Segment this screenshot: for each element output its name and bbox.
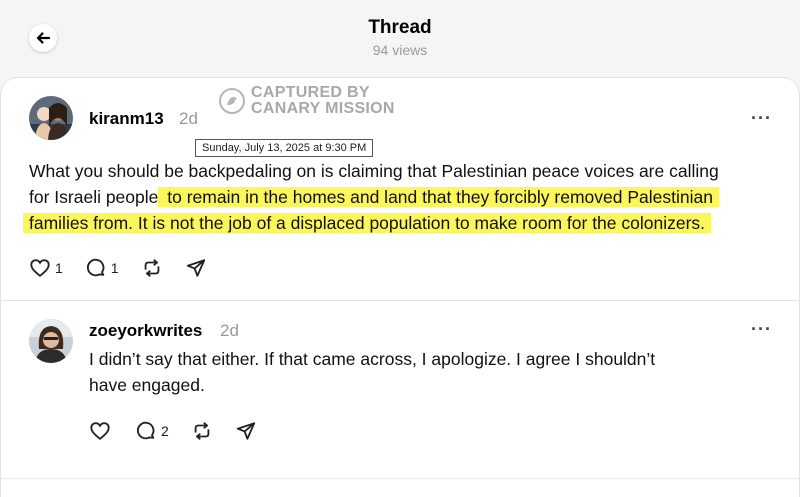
- like-button[interactable]: [89, 420, 111, 442]
- avatar[interactable]: [29, 319, 73, 363]
- more-horizontal-icon[interactable]: ···: [751, 319, 772, 340]
- post-text-plain: for Israeli people: [29, 187, 159, 207]
- page-title: Thread: [368, 17, 432, 38]
- post-time[interactable]: 2d: [220, 321, 239, 341]
- canary-logo-icon: [219, 88, 245, 114]
- avatar-photo-icon: [29, 319, 73, 363]
- share-button[interactable]: [235, 420, 257, 442]
- reply-count: 1: [110, 260, 119, 276]
- more-horizontal-icon[interactable]: ···: [751, 108, 772, 129]
- watermark: CAPTURED BY CANARY MISSION: [219, 85, 395, 117]
- reply-button[interactable]: 2: [135, 420, 169, 442]
- post-username[interactable]: kiranm13: [89, 109, 164, 129]
- watermark-line1: CAPTURED BY: [251, 84, 370, 101]
- post-body: What you should be backpedaling on is cl…: [23, 158, 789, 236]
- heart-icon: [90, 422, 110, 440]
- reply-button[interactable]: 1: [85, 257, 119, 279]
- post-line: have engaged.: [89, 375, 205, 395]
- post-body: I didn’t say that either. If that came a…: [89, 346, 779, 398]
- watermark-line2: CANARY MISSION: [251, 100, 395, 117]
- post-divider: [0, 300, 800, 301]
- comment-icon: [86, 258, 105, 277]
- send-icon: [236, 422, 255, 440]
- comment-icon: [136, 421, 155, 440]
- reply-count: 2: [161, 423, 169, 439]
- post-actions: 1 1: [29, 257, 229, 279]
- timestamp-tooltip: Sunday, July 13, 2025 at 9:30 PM: [195, 139, 374, 157]
- post-line: families from. It is not the job of a di…: [23, 210, 789, 236]
- post-line: What you should be backpedaling on is cl…: [29, 161, 719, 181]
- post-actions: 2: [89, 420, 279, 442]
- repost-button[interactable]: [191, 420, 213, 442]
- post-text-highlight: to remain in the homes and land that the…: [158, 187, 719, 207]
- repost-icon: [194, 422, 210, 440]
- post-line: for Israeli people to remain in the home…: [29, 184, 789, 210]
- like-count: 1: [55, 260, 63, 276]
- repost-button[interactable]: [141, 257, 163, 279]
- heart-icon: [30, 259, 50, 277]
- post-line: I didn’t say that either. If that came a…: [89, 349, 656, 369]
- post-text-highlight: families from. It is not the job of a di…: [23, 213, 712, 233]
- like-button[interactable]: 1: [29, 257, 63, 279]
- avatar[interactable]: [29, 96, 73, 140]
- avatar-photo-icon: [29, 96, 73, 140]
- post-time[interactable]: 2d: [179, 109, 198, 129]
- send-icon: [186, 259, 205, 277]
- post-divider: [0, 478, 800, 479]
- view-count: 94 views: [372, 42, 428, 58]
- share-button[interactable]: [185, 257, 207, 279]
- thread-header: Thread 94 views: [0, 0, 800, 78]
- post-username[interactable]: zoeyorkwrites: [89, 321, 202, 341]
- repost-icon: [144, 259, 159, 277]
